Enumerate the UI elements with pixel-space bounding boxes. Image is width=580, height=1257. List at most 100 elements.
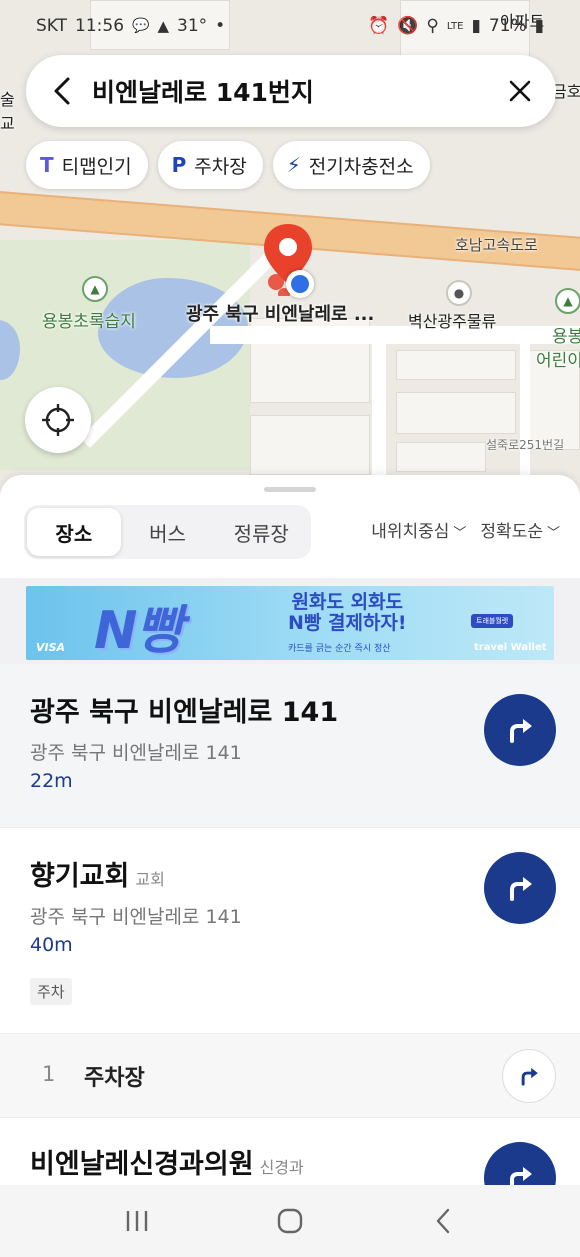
map-label-left-1: 술 [0,90,15,109]
result-title: 향기교회 교회 [30,854,165,893]
directions-button[interactable] [484,1142,556,1187]
recent-apps-button[interactable] [107,1196,167,1246]
sort-order-label: 정확도순 [480,522,543,542]
map-block [396,392,516,434]
current-location-button[interactable] [25,387,91,453]
warehouse-poi-icon: ● [446,280,472,306]
map-label-poi-right: 벽산광주물류 [408,312,497,331]
back-button[interactable] [44,73,80,109]
results-sheet[interactable]: 장소 버스 정류장 내위치중심 ﹀ 정확도순 ﹀ N빵 VISA 원화도 외화도 N… [0,475,580,1187]
result-distance: 40m [30,934,73,956]
tab-place[interactable]: 장소 [27,508,121,556]
status-bar: SKT 11:56 💬 ▲ 31° • ⏰ 🔇 ⚲ LTE ▮ 71% ▮ [0,0,580,52]
tab-stop[interactable]: 정류장 [214,508,308,556]
chevron-left-icon [437,1208,450,1234]
map-label-right-park: 용봉 [552,327,580,347]
system-back-button[interactable] [413,1196,473,1246]
home-icon [277,1208,303,1234]
location-icon: ⚲ [426,16,439,36]
home-button[interactable] [260,1196,320,1246]
result-address: 광주 북구 비엔날레로 141 [30,906,242,928]
chip-ev-charging[interactable]: ⚡ 전기차충전소 [272,141,430,189]
current-location-dot [286,270,314,298]
banner-tag: 트래블월렛 [471,614,514,628]
visa-logo: VISA [36,641,66,654]
system-nav-bar [0,1185,580,1257]
sort-options: 내위치중심 ﹀ 정확도순 ﹀ [371,517,560,542]
chevron-down-icon: ﹀ [546,526,560,541]
directions-button[interactable] [484,852,556,924]
ad-banner[interactable]: N빵 VISA 원화도 외화도 N빵 결제하자! 카드를 긁는 순간 즉시 정산… [0,578,580,664]
banner-sub: 카드를 긁는 순간 즉시 정산 [288,644,391,654]
sheet-drag-handle[interactable] [264,487,316,492]
time-label: 11:56 [75,16,125,36]
temperature-label: 31° [177,16,208,36]
chip-tmap-popular[interactable]: T 티맵인기 [26,141,148,189]
search-bar[interactable]: 비엔날레로 141번지 [26,55,556,127]
map-block [396,350,516,380]
directions-button[interactable] [502,1049,556,1103]
result-category: 신경과 [259,1158,304,1177]
chip-label: 전기차충전소 [308,155,414,178]
search-query[interactable]: 비엔날레로 141번지 [80,73,502,109]
lightning-icon: ⚡ [286,153,301,177]
sub-result-title: 주차장 [84,1066,145,1091]
clear-button[interactable] [502,73,538,109]
map-label-highway: 호남고속도로 [455,236,538,254]
sort-order-dropdown[interactable]: 정확도순 ﹀ [480,517,560,542]
map-block [250,415,370,475]
turn-right-arrow-icon [510,1167,532,1187]
result-address: 광주 북구 비엔날레로 141 [30,742,242,764]
chevron-left-icon [54,77,70,105]
sub-result-item[interactable]: 1 주차장 [0,1034,580,1118]
right-park-poi-icon: ▲ [555,288,580,314]
tab-bus[interactable]: 버스 [121,508,215,556]
result-distance: 22m [30,770,73,792]
result-category: 교회 [135,870,165,889]
carrier-label: SKT [36,16,68,36]
crosshair-icon [42,404,74,436]
mute-icon: 🔇 [397,16,419,36]
chip-label: 주차장 [194,155,247,178]
result-title-text: 비엔날레신경과의원 [30,1149,254,1180]
map-label-right-top: 금호 [552,82,580,101]
sort-location-label: 내위치중심 [371,522,450,542]
result-item[interactable]: 비엔날레신경과의원 신경과 [0,1118,580,1187]
map-label-park: 용봉초록습지 [42,312,136,332]
chevron-down-icon: ﹀ [453,526,467,541]
result-item[interactable]: 광주 북구 비엔날레로 141 광주 북구 비엔날레로 141 22m [0,664,580,828]
sort-location-dropdown[interactable]: 내위치중심 ﹀ [371,517,466,542]
tmap-icon: T [40,153,54,177]
parking-badge: 주차 [30,978,72,1005]
chat-icon: 💬 [132,18,150,34]
banner-big-text: N빵 [94,601,183,660]
close-icon [509,80,531,102]
result-type-tabs: 장소 버스 정류장 [24,505,311,559]
warning-icon: ▲ [157,17,169,35]
turn-right-arrow-icon [510,719,532,743]
parking-icon: P [171,153,187,177]
result-item[interactable]: 향기교회 교회 광주 북구 비엔날레로 141 40m 주차 [0,828,580,1034]
turn-right-arrow-icon [510,877,532,901]
result-title: 광주 북구 비엔날레로 141 [30,697,339,728]
chip-parking[interactable]: P 주차장 [157,141,263,189]
battery-icon: ▮ [534,16,544,36]
banner-brand: travel Wallet [474,642,547,653]
category-chips: T 티맵인기 P 주차장 ⚡ 전기차충전소 [26,141,430,189]
map-label-lot: 설죽로251번길 [486,438,565,452]
map-label-right-kindergarten: 어린이 [536,351,580,371]
dot-icon: • [215,16,226,36]
ad-banner-image[interactable]: N빵 VISA 원화도 외화도 N빵 결제하자! 카드를 긁는 순간 즉시 정산… [26,586,554,660]
result-title-text: 향기교회 [30,861,130,892]
directions-button[interactable] [484,694,556,766]
network-label: LTE [446,20,464,32]
alarm-icon: ⏰ [368,16,390,36]
recent-apps-icon [126,1211,147,1231]
turn-right-arrow-icon [521,1067,538,1086]
banner-headline: 원화도 외화도 N빵 결제하자! [288,592,407,634]
map-label-marker: 광주 북구 비엔날레로 ... [186,304,375,325]
sub-result-index: 1 [42,1062,56,1086]
map-block [396,442,486,472]
signal-icon: ▮ [471,16,481,36]
result-title: 비엔날레신경과의원 신경과 [30,1142,304,1181]
